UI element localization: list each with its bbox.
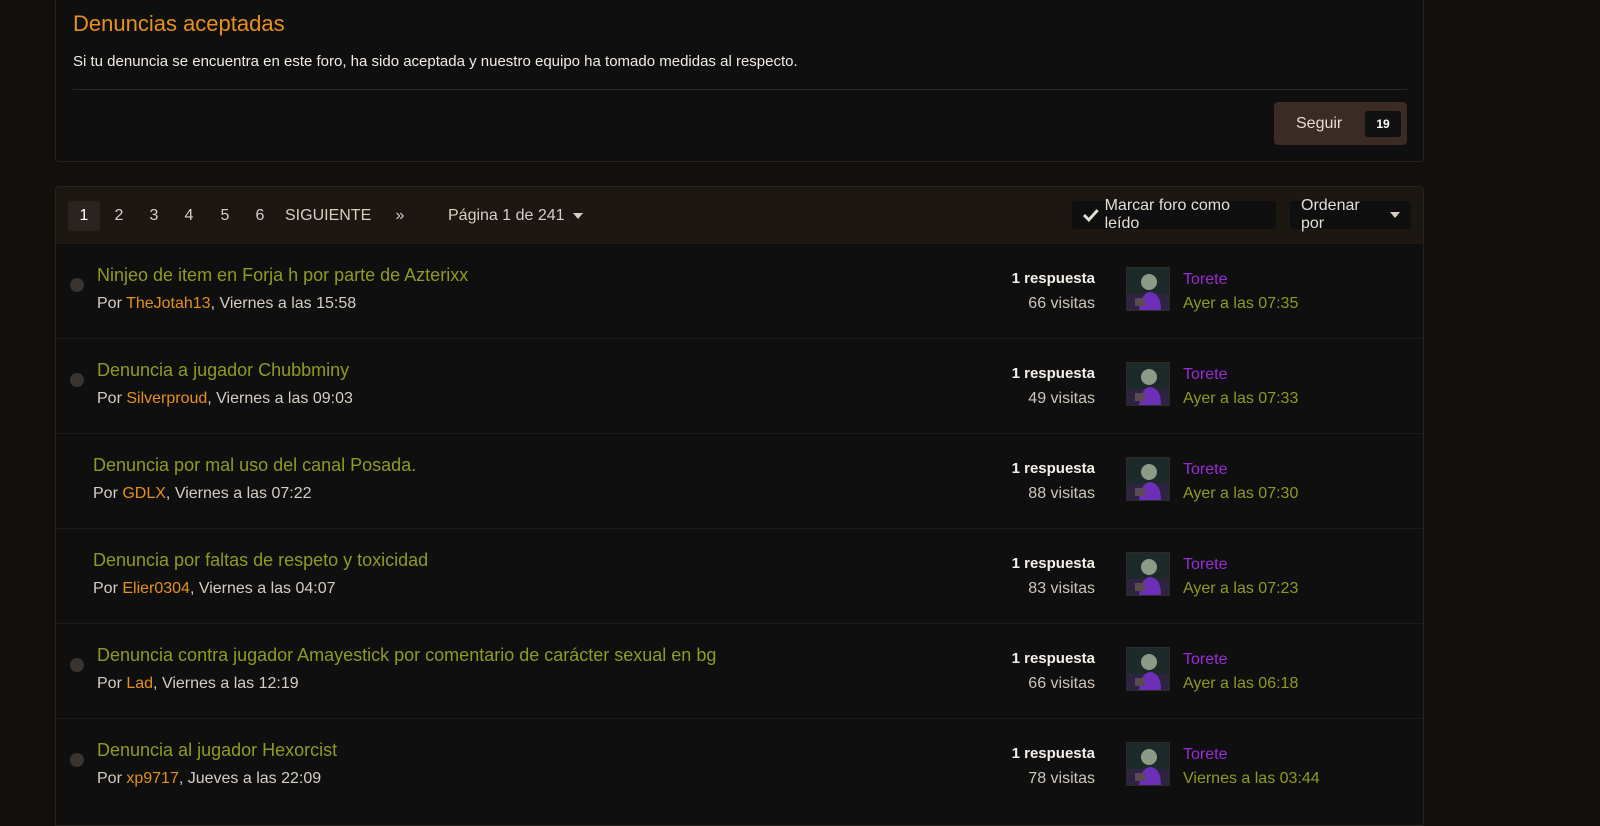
view-count: 66 visitas	[1028, 295, 1095, 312]
topic-status-icon	[70, 658, 84, 672]
by-prefix: Por	[97, 390, 127, 407]
topic-row: Denuncia por mal uso del canal Posada. Po…	[56, 433, 1423, 530]
by-prefix: Por	[97, 675, 127, 692]
topic-status-icon	[70, 278, 84, 292]
follow-label: Seguir	[1296, 114, 1343, 132]
last-poster-avatar[interactable]	[1126, 552, 1170, 596]
topic-row: Denuncia a jugador Chubbminy Por Silverpr…	[56, 338, 1423, 435]
topic-byline: Por GDLX, Viernes a las 07:22	[93, 485, 312, 503]
last-post-time-link[interactable]: Ayer a las 07:35	[1183, 295, 1298, 313]
topic-row: Denuncia por faltas de respeto y toxicid…	[56, 528, 1423, 625]
topic-row: Ninjeo de item en Forja h por parte de A…	[56, 243, 1423, 340]
sort-dropdown[interactable]: Ordenar por	[1290, 197, 1411, 232]
post-date: , Viernes a las 09:03	[207, 390, 353, 407]
page-4-link[interactable]: 4	[173, 201, 205, 231]
view-count: 78 visitas	[1028, 770, 1095, 787]
topic-title-link[interactable]: Denuncia por faltas de respeto y toxicid…	[93, 550, 428, 571]
sort-label: Ordenar por	[1301, 197, 1360, 232]
topic-byline: Por Silverproud, Viernes a las 09:03	[97, 390, 353, 408]
topic-status-icon	[70, 373, 84, 387]
view-count: 83 visitas	[1028, 580, 1095, 597]
topic-title-link[interactable]: Denuncia por mal uso del canal Posada.	[93, 455, 416, 476]
checkmark-icon	[1083, 209, 1099, 222]
last-poster-link[interactable]: Torete	[1183, 746, 1227, 764]
author-link[interactable]: GDLX	[122, 485, 166, 502]
last-post-time-link[interactable]: Viernes a las 03:44	[1183, 770, 1320, 788]
page-5-link[interactable]: 5	[209, 201, 241, 231]
post-date: , Jueves a las 22:09	[178, 770, 322, 787]
last-poster-link[interactable]: Torete	[1183, 366, 1227, 384]
topic-title-link[interactable]: Denuncia a jugador Chubbminy	[97, 360, 349, 381]
last-poster-link[interactable]: Torete	[1183, 461, 1227, 479]
mark-forum-read-button[interactable]: Marcar foro como leído	[1072, 197, 1276, 232]
reply-count: 1 respuesta	[1011, 555, 1095, 572]
last-poster-avatar[interactable]	[1126, 647, 1170, 691]
topic-byline: Por Lad, Viernes a las 12:19	[97, 675, 299, 693]
view-count: 66 visitas	[1028, 675, 1095, 692]
by-prefix: Por	[93, 485, 123, 502]
topic-toolbar: 1 2 3 4 5 6 SIGUIENTE » Página 1 de 241 …	[56, 187, 1423, 243]
last-poster-link[interactable]: Torete	[1183, 271, 1227, 289]
page-jump-dropdown[interactable]: Página 1 de 241	[448, 201, 583, 231]
topic-row: Denuncia contra jugador Amayestick por c…	[56, 623, 1423, 720]
view-count: 88 visitas	[1028, 485, 1095, 502]
topic-list: 1 2 3 4 5 6 SIGUIENTE » Página 1 de 241 …	[55, 186, 1424, 826]
author-link[interactable]: Lad	[126, 675, 153, 692]
post-date: , Viernes a las 15:58	[210, 295, 357, 312]
topic-title-link[interactable]: Ninjeo de item en Forja h por parte de A…	[97, 265, 468, 286]
reply-count: 1 respuesta	[1011, 460, 1095, 477]
forum-title: Denuncias aceptadas	[73, 11, 285, 36]
by-prefix: Por	[97, 295, 127, 312]
last-poster-link[interactable]: Torete	[1183, 651, 1227, 669]
topic-status-icon	[70, 753, 84, 767]
topic-byline: Por Elier0304, Viernes a las 04:07	[93, 580, 336, 598]
page-3-link[interactable]: 3	[138, 201, 170, 231]
last-post-time-link[interactable]: Ayer a las 07:30	[1183, 485, 1298, 503]
post-date: , Viernes a las 07:22	[165, 485, 312, 502]
last-page-link[interactable]: »	[384, 201, 416, 231]
author-link[interactable]: Elier0304	[122, 580, 190, 597]
last-poster-avatar[interactable]	[1126, 742, 1170, 786]
last-poster-link[interactable]: Torete	[1183, 556, 1227, 574]
caret-down-icon	[572, 213, 583, 219]
reply-count: 1 respuesta	[1011, 745, 1095, 762]
topic-row: Denuncia al jugador Hexorcist Por xp9717,…	[56, 718, 1423, 815]
topic-byline: Por TheJotah13, Viernes a las 15:58	[97, 295, 356, 313]
topic-title-link[interactable]: Denuncia contra jugador Amayestick por c…	[97, 645, 716, 666]
last-post-time-link[interactable]: Ayer a las 06:18	[1183, 675, 1298, 693]
last-poster-avatar[interactable]	[1126, 362, 1170, 406]
last-poster-avatar[interactable]	[1126, 457, 1170, 501]
next-page-link[interactable]: SIGUIENTE	[285, 201, 371, 231]
by-prefix: Por	[97, 770, 127, 787]
follow-button[interactable]: Seguir 19	[1274, 102, 1407, 145]
view-count: 49 visitas	[1028, 390, 1095, 407]
caret-down-icon	[1390, 212, 1400, 218]
author-link[interactable]: TheJotah13	[126, 295, 211, 312]
last-post-time-link[interactable]: Ayer a las 07:33	[1183, 390, 1298, 408]
post-date: , Viernes a las 04:07	[189, 580, 336, 597]
follower-count-badge: 19	[1365, 110, 1401, 137]
forum-description: Si tu denuncia se encuentra en este foro…	[73, 53, 798, 70]
divider	[73, 89, 1407, 90]
by-prefix: Por	[93, 580, 123, 597]
last-post-time-link[interactable]: Ayer a las 07:23	[1183, 580, 1298, 598]
author-link[interactable]: Silverproud	[126, 390, 207, 407]
post-date: , Viernes a las 12:19	[153, 675, 299, 692]
page-info: Página 1 de 241	[448, 207, 565, 224]
forum-header: Denuncias aceptadas Si tu denuncia se en…	[55, 0, 1424, 162]
reply-count: 1 respuesta	[1011, 365, 1095, 382]
topic-byline: Por xp9717, Jueves a las 22:09	[97, 770, 321, 788]
page-6-link[interactable]: 6	[244, 201, 276, 231]
page-2-link[interactable]: 2	[103, 201, 135, 231]
topic-title-link[interactable]: Denuncia al jugador Hexorcist	[97, 740, 337, 761]
reply-count: 1 respuesta	[1011, 270, 1095, 287]
author-link[interactable]: xp9717	[126, 770, 179, 787]
mark-read-label: Marcar foro como leído	[1104, 197, 1230, 232]
page-1-link[interactable]: 1	[68, 201, 100, 231]
last-poster-avatar[interactable]	[1126, 267, 1170, 311]
reply-count: 1 respuesta	[1011, 650, 1095, 667]
